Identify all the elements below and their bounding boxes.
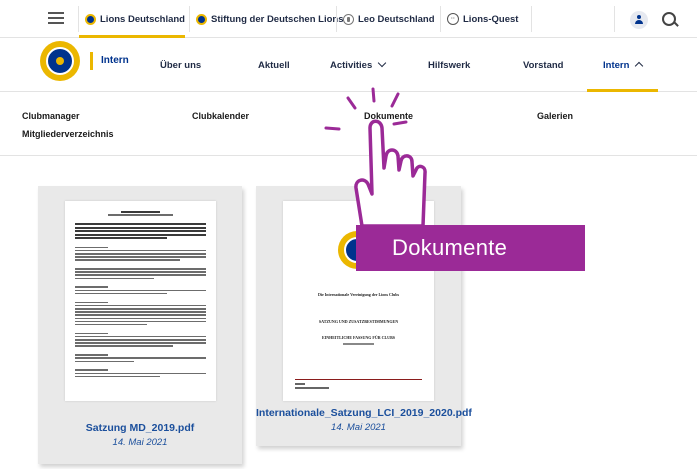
subnav-item-mitgliederverzeichnis[interactable]: Mitgliederverzeichnis	[22, 129, 114, 139]
tab-label: Stiftung der Deutschen Lions	[211, 13, 344, 25]
nav-item-vorstand[interactable]: Vorstand	[523, 60, 563, 71]
user-icon[interactable]	[630, 11, 648, 29]
tab-stiftung[interactable]: Stiftung der Deutschen Lions	[189, 6, 343, 32]
subnav-item-clubmanager[interactable]: Clubmanager	[22, 111, 80, 121]
lions-quest-icon: ··	[447, 13, 459, 25]
divider	[614, 6, 615, 32]
lions-logo[interactable]	[40, 41, 80, 81]
dokumente-overlay-label: Dokumente	[356, 225, 585, 271]
leo-logo-icon	[343, 13, 354, 25]
divider	[531, 6, 532, 32]
tab-label: Lions-Quest	[463, 13, 519, 25]
nav-item-hilfswerk[interactable]: Hilfswerk	[428, 60, 470, 71]
document-preview-title: Die Internationale Vereinigung der Lions…	[317, 292, 400, 297]
tab-lions-deutschland[interactable]: Lions Deutschland	[78, 6, 185, 38]
tab-label: Leo Deutschland	[358, 13, 435, 25]
nav-item-intern[interactable]: Intern	[586, 60, 659, 92]
page: Lions Deutschland Stiftung der Deutschen…	[0, 0, 697, 469]
subnav-item-clubkalender[interactable]: Clubkalender	[192, 111, 249, 121]
search-icon[interactable]	[660, 10, 680, 30]
document-filename[interactable]: Satzung MD_2019.pdf	[38, 422, 242, 434]
tab-leo-deutschland[interactable]: Leo Deutschland	[336, 6, 435, 32]
tab-lions-quest[interactable]: ·· Lions-Quest	[440, 6, 518, 32]
lions-logo-icon	[196, 13, 207, 25]
nav-item-activities[interactable]: Activities	[330, 58, 387, 71]
tab-label: Lions Deutschland	[100, 13, 185, 25]
document-preview-subtitle: EINHEITLICHE FASSUNG FÜR CLUBS	[322, 335, 395, 340]
document-card[interactable]: Satzung MD_2019.pdf 14. Mai 2021	[38, 186, 242, 464]
nav-item-ueber-uns[interactable]: Über uns	[160, 60, 201, 71]
nav-item-label: Intern	[603, 60, 630, 71]
hamburger-menu-icon[interactable]	[48, 9, 64, 27]
site-section-title: Intern	[90, 52, 129, 70]
document-thumbnail	[65, 201, 216, 401]
top-utility-bar: Lions Deutschland Stiftung der Deutschen…	[0, 0, 697, 38]
subnav-item-galerien[interactable]: Galerien	[537, 111, 573, 121]
document-date: 14. Mai 2021	[112, 437, 168, 448]
chevron-down-icon	[378, 58, 387, 68]
document-filename[interactable]: Internationale_Satzung_LCI_2019_2020.pdf	[256, 407, 472, 419]
document-preview-subtitle: SATZUNG UND ZUSATZBESTIMMUNGEN	[318, 319, 399, 324]
pointing-hand-icon	[324, 87, 427, 228]
lions-logo-icon	[85, 13, 96, 25]
nav-item-label: Activities	[330, 60, 373, 71]
document-date: 14. Mai 2021	[331, 422, 386, 433]
chevron-up-icon	[635, 61, 644, 71]
nav-item-aktuell[interactable]: Aktuell	[258, 60, 290, 71]
